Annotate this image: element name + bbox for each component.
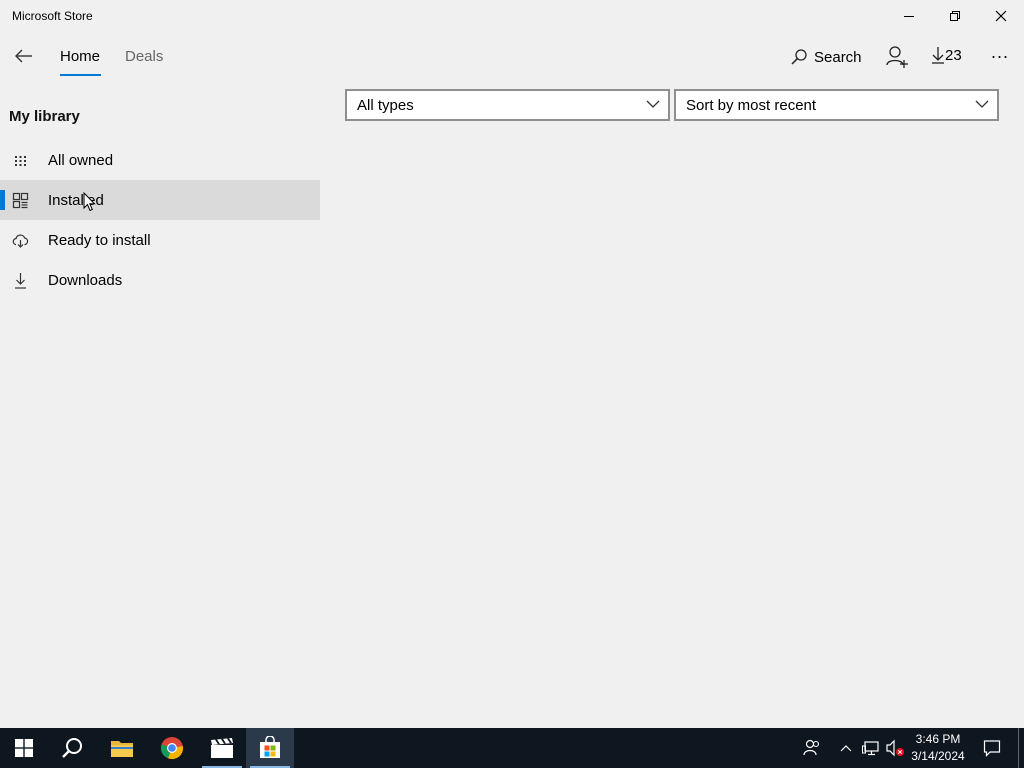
restore-icon [950, 11, 960, 21]
folder-icon [111, 741, 133, 757]
add-account-icon [886, 46, 908, 68]
back-arrow-icon [15, 49, 32, 63]
downloads-button[interactable]: 23 [931, 46, 962, 64]
taskbar-chrome[interactable] [148, 728, 196, 768]
tab-home-indicator [60, 74, 101, 76]
chevron-down-icon [975, 100, 989, 108]
tab-home[interactable]: Home [60, 48, 100, 65]
search-icon [791, 49, 807, 65]
back-button[interactable] [8, 40, 40, 72]
minimize-button[interactable] [886, 0, 932, 32]
show-desktop-button[interactable] [1018, 728, 1019, 768]
taskbar: 3:46 PM 3/14/2024 [0, 728, 1024, 768]
navigation-bar: Home Deals Search 23 ... [0, 32, 1024, 80]
start-button[interactable] [0, 728, 48, 768]
clock-date: 3/14/2024 [911, 749, 965, 763]
close-icon [995, 10, 1007, 22]
taskbar-video-editor[interactable] [198, 728, 246, 768]
search-icon [62, 738, 82, 758]
account-button[interactable] [884, 44, 910, 70]
minimize-icon [904, 16, 914, 17]
grid-icon [15, 156, 26, 166]
taskbar-microsoft-store[interactable] [246, 728, 294, 768]
sidebar-item-installed[interactable]: Installed [0, 180, 320, 220]
action-center-button[interactable] [980, 728, 1004, 768]
cloud-download-icon [12, 234, 29, 248]
installed-icon [12, 192, 29, 209]
notification-icon [983, 740, 1001, 757]
type-filter-value: All types [357, 97, 414, 114]
close-button[interactable] [978, 0, 1024, 32]
network-icon [862, 741, 879, 756]
network-button[interactable] [860, 728, 882, 768]
sort-filter-value: Sort by most recent [686, 97, 817, 114]
window-title: Microsoft Store [12, 9, 93, 23]
sidebar-heading: My library [9, 108, 80, 125]
chrome-icon [160, 737, 184, 760]
mouse-cursor-icon [83, 192, 96, 212]
volume-button[interactable] [884, 728, 906, 768]
chevron-up-icon [840, 745, 852, 752]
people-button[interactable] [800, 728, 824, 768]
restore-button[interactable] [932, 0, 978, 32]
sidebar-item-label: Downloads [48, 272, 123, 289]
volume-muted-icon [886, 739, 904, 757]
title-bar: Microsoft Store [0, 0, 1024, 32]
windows-logo-icon [15, 739, 33, 757]
chevron-down-icon [646, 100, 660, 108]
download-arrow-icon [932, 47, 944, 64]
clapperboard-icon [211, 738, 233, 758]
clock-time: 3:46 PM [915, 732, 961, 746]
sidebar-item-label: Ready to install [48, 232, 151, 249]
sidebar-item-all-owned[interactable]: All owned [0, 140, 320, 180]
store-bag-icon [260, 736, 280, 758]
search-label: Search [814, 48, 862, 66]
taskbar-clock[interactable]: 3:46 PM 3/14/2024 [904, 731, 972, 765]
type-filter-dropdown[interactable]: All types [345, 89, 670, 121]
tab-deals[interactable]: Deals [125, 48, 163, 65]
search-button[interactable]: Search [790, 46, 862, 68]
sidebar-item-label: All owned [48, 152, 114, 169]
show-hidden-icons-button[interactable] [836, 728, 856, 768]
sort-filter-dropdown[interactable]: Sort by most recent [674, 89, 999, 121]
people-icon [803, 739, 820, 756]
sidebar-item-ready-to-install[interactable]: Ready to install [0, 220, 320, 260]
taskbar-file-explorer[interactable] [98, 728, 146, 768]
downloads-count: 23 [945, 46, 962, 64]
download-icon [15, 273, 26, 289]
more-options-button[interactable]: ... [986, 42, 1014, 64]
sidebar-item-downloads[interactable]: Downloads [0, 260, 320, 300]
taskbar-search-button[interactable] [48, 728, 96, 768]
